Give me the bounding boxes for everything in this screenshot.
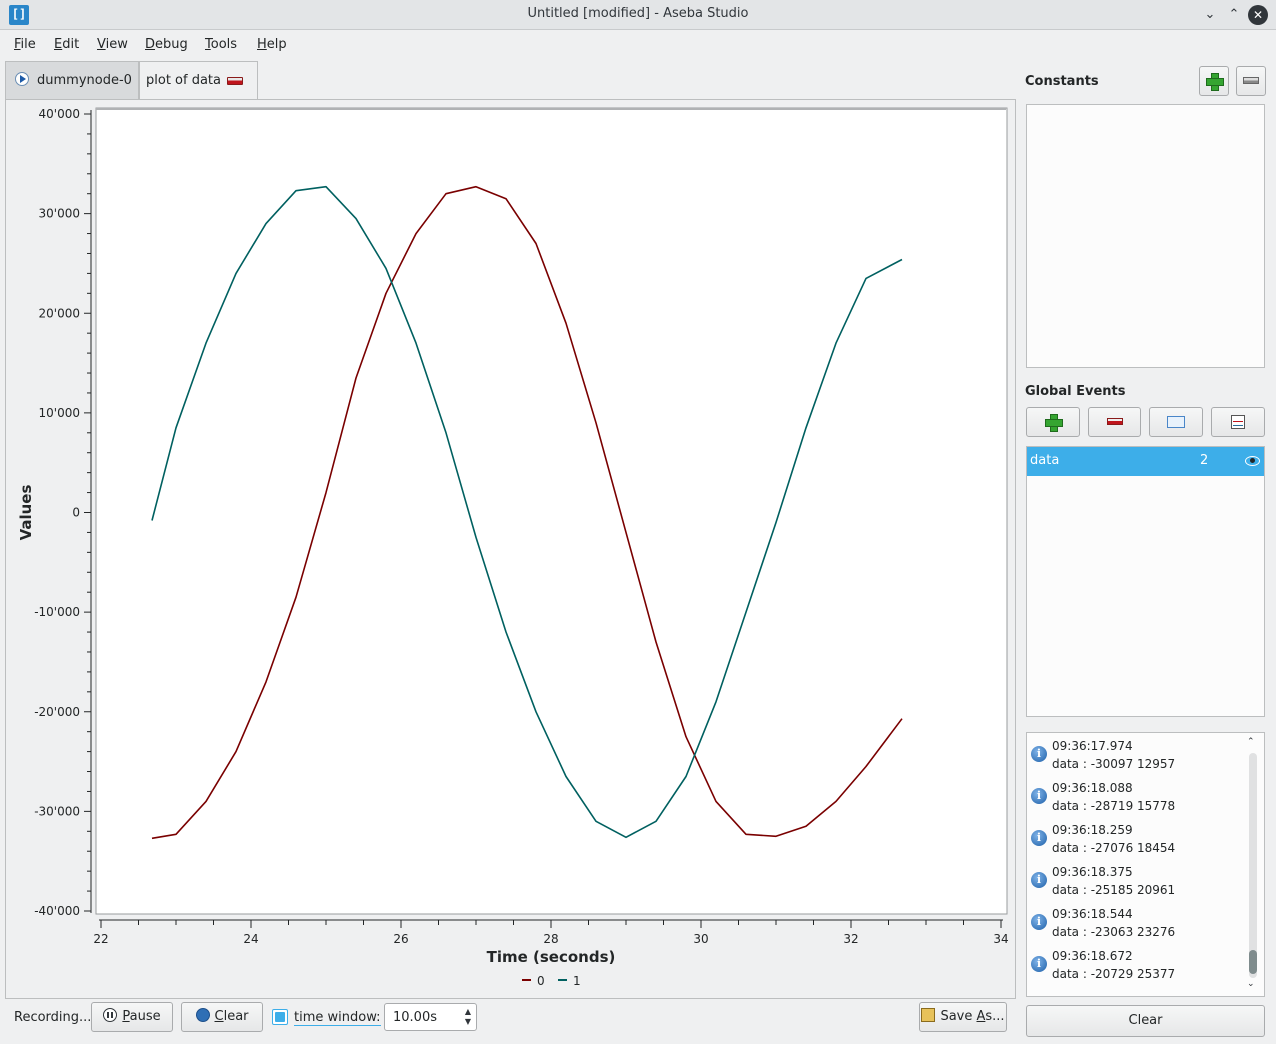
plot-canvas [95,107,1008,915]
clear-plot-button[interactable]: Clear [181,1002,263,1032]
scroll-up-icon[interactable]: ⌃ [1247,737,1255,747]
y-tick-label: -30'000 [34,804,80,818]
y-tick-label: 0 [72,506,80,520]
spin-arrows-icon[interactable]: ▲ ▼ [465,1007,471,1027]
y-tick-label: -10'000 [34,605,80,619]
x-tick-label: 24 [243,932,258,946]
y-tick-label: 10'000 [39,406,80,420]
event-count: 2 [1200,453,1209,468]
legend-label-0: 0 [537,974,545,988]
time-window-value: 10.00s [393,1010,437,1025]
scroll-down-icon[interactable]: ⌄ [1247,979,1255,989]
plot-event-button[interactable] [1211,407,1265,437]
y-axis-label: Values [17,485,35,541]
plot-icon [1231,415,1245,429]
global-events-title: Global Events [1025,384,1126,399]
y-tick-label: -40'000 [34,904,80,918]
x-tick-label: 34 [993,932,1008,946]
x-tick-label: 22 [93,932,108,946]
refresh-icon [195,1008,210,1022]
y-tick-label: 30'000 [39,207,80,221]
mail-icon [1167,416,1185,428]
clear-log-button[interactable]: Clear [1026,1005,1265,1037]
y-tick-label: 20'000 [39,306,80,320]
info-icon: i [1031,872,1047,888]
info-icon: i [1031,788,1047,804]
minus-icon [1243,77,1259,84]
close-icon[interactable]: ✕ [1248,5,1268,25]
time-window-label[interactable]: time window: [294,1010,381,1026]
log-scrollbar[interactable] [1249,753,1257,978]
y-tick-label: -20'000 [34,705,80,719]
send-event-button[interactable] [1149,407,1203,437]
info-icon: i [1031,830,1047,846]
remove-event-button[interactable] [1088,407,1141,437]
plus-icon [1206,73,1224,91]
scrollbar-thumb[interactable] [1249,950,1257,974]
x-tick-label: 32 [843,932,858,946]
plot-chart: 40'000 30'000 20'000 10'000 0 -10'000 -20'000 -… [17,107,1009,988]
event-name: data [1030,453,1060,468]
eye-icon[interactable] [1245,456,1260,466]
pause-icon [103,1008,118,1022]
save-as-button[interactable]: Save As... [919,1002,1007,1032]
x-tick-label: 26 [393,932,408,946]
chevron-down-icon[interactable]: ⌄ [1200,5,1220,25]
x-axis-label: Time (seconds) [487,948,616,966]
y-tick-label: 40'000 [39,107,80,121]
info-icon: i [1031,956,1047,972]
legend-label-1: 1 [573,974,581,988]
save-icon [921,1008,936,1022]
add-constant-button[interactable] [1199,66,1229,96]
recording-status: Recording... [14,1010,92,1025]
info-icon: i [1031,746,1047,762]
chevron-up-icon[interactable]: ⌃ [1224,5,1244,25]
minus-icon [1106,418,1123,425]
plus-icon [1045,414,1063,432]
add-event-button[interactable] [1026,407,1080,437]
x-tick-label: 30 [693,932,708,946]
constants-title: Constants [1025,74,1099,89]
x-tick-label: 28 [543,932,558,946]
constants-list[interactable] [1026,104,1265,368]
event-row[interactable]: data 2 [1027,447,1264,476]
time-window-checkbox[interactable] [272,1009,288,1025]
events-list[interactable] [1026,446,1265,717]
pause-button[interactable]: Pause [91,1002,173,1032]
remove-constant-button[interactable] [1236,66,1266,96]
info-icon: i [1031,914,1047,930]
time-window-spinbox[interactable]: 10.00s ▲ ▼ [384,1003,477,1031]
